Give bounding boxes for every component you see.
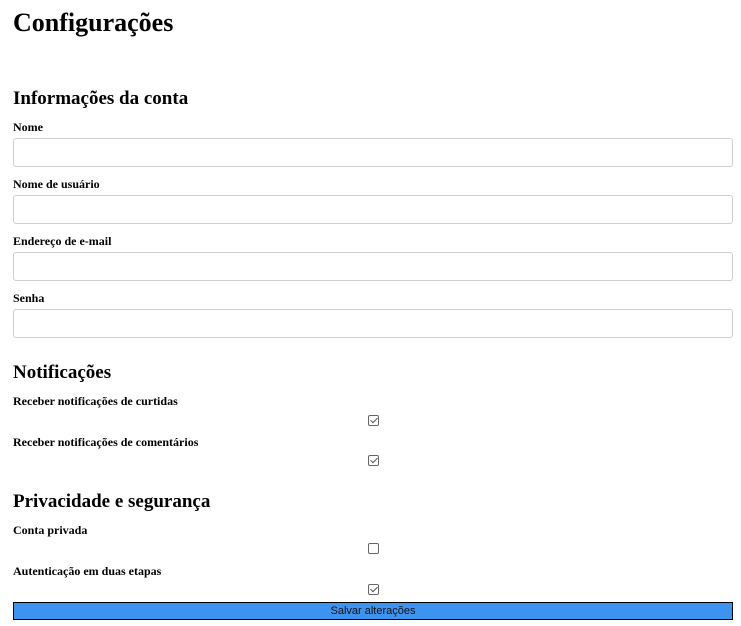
notifications-section-title: Notificações <box>13 362 112 383</box>
name-label: Nome <box>13 120 43 134</box>
likes-notifications-label: Receber notificações de curtidas <box>13 394 178 408</box>
likes-notifications-checkbox[interactable] <box>368 415 379 426</box>
username-input[interactable] <box>13 195 733 224</box>
password-input[interactable] <box>13 309 733 338</box>
comments-notifications-checkbox[interactable] <box>368 455 379 466</box>
privacy-section-title: Privacidade e segurança <box>13 491 211 512</box>
email-input[interactable] <box>13 252 733 281</box>
password-label: Senha <box>13 291 45 305</box>
private-account-checkbox[interactable] <box>368 543 379 554</box>
comments-notifications-label: Receber notificações de comentários <box>13 435 199 449</box>
private-account-label: Conta privada <box>13 523 88 537</box>
email-label: Endereço de e-mail <box>13 234 112 248</box>
save-button[interactable]: Salvar alterações <box>13 602 733 620</box>
account-section-title: Informações da conta <box>13 88 189 109</box>
page-title: Configurações <box>13 8 174 37</box>
two-factor-label: Autenticação em duas etapas <box>13 564 162 578</box>
settings-page: Configurações Informações da conta Nome … <box>0 0 741 626</box>
username-label: Nome de usuário <box>13 177 100 191</box>
two-factor-checkbox[interactable] <box>368 584 379 595</box>
name-input[interactable] <box>13 138 733 167</box>
